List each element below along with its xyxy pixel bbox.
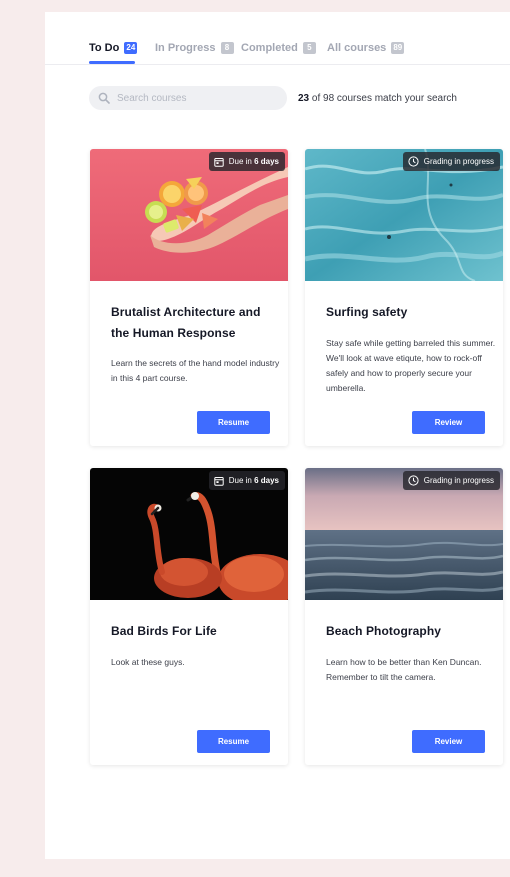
resume-button[interactable]: Resume [197,730,270,753]
course-card[interactable]: Due in 6 days Bad Birds For Life Look at… [90,468,288,765]
course-thumbnail: Grading in progress [305,468,503,600]
due-badge: Due in 6 days [208,471,285,490]
calendar-icon [214,476,224,486]
courses-panel: To Do 24 In Progress 8 Completed 5 All c… [45,12,510,859]
tab-in-progress[interactable]: In Progress 8 [155,42,234,54]
course-title: Surfing safety [326,305,408,319]
active-tab-indicator [89,61,135,64]
tab-all-courses[interactable]: All courses 89 [327,42,405,54]
course-title: Brutalist Architecture and the Human Res… [111,305,261,340]
tab-count-badge: 24 [124,42,138,54]
review-button[interactable]: Review [412,730,485,753]
status-badge: Grading in progress [402,152,500,171]
search-icon [98,92,110,104]
badge-text: Due in 6 days [228,157,279,166]
badge-text: Due in 6 days [228,476,279,485]
search-box[interactable] [89,86,287,110]
clock-icon [408,156,419,167]
tab-label: To Do [89,42,120,54]
match-count: 23 [298,93,310,104]
clock-icon [408,475,419,486]
tab-label: Completed [241,42,298,54]
course-thumbnail: Grading in progress [305,149,503,281]
search-result-count: 23 of 98 courses match your search [298,93,457,104]
due-badge: Due in 6 days [208,152,285,171]
tab-completed[interactable]: Completed 5 [241,42,316,54]
tab-count-badge: 5 [302,42,316,54]
tab-bar: To Do 24 In Progress 8 Completed 5 All c… [45,12,510,65]
course-thumbnail: Due in 6 days [90,468,288,600]
tab-count-badge: 89 [391,42,405,54]
tab-to-do[interactable]: To Do 24 [89,42,138,54]
review-button[interactable]: Review [412,411,485,434]
course-description: Learn the secrets of the hand model indu… [111,358,280,383]
course-description: Look at these guys. [111,657,185,667]
course-description: Learn how to be better than Ken Duncan. … [326,657,482,682]
match-summary: of 98 courses match your search [309,93,457,104]
status-badge: Grading in progress [402,471,500,490]
tab-label: All courses [327,42,387,54]
course-title: Beach Photography [326,624,442,638]
course-title: Bad Birds For Life [111,624,217,638]
course-card[interactable]: Due in 6 days Brutalist Architecture and… [90,149,288,446]
badge-text: Grading in progress [423,476,494,485]
calendar-icon [214,157,224,167]
search-input[interactable] [117,92,277,104]
badge-text: Grading in progress [423,157,494,166]
course-card[interactable]: Grading in progress Beach Photography Le… [305,468,503,765]
course-card[interactable]: Grading in progress Surfing safety Stay … [305,149,503,446]
tab-label: In Progress [155,42,216,54]
course-thumbnail: Due in 6 days [90,149,288,281]
course-description: Stay safe while getting barreled this su… [326,338,496,393]
tab-count-badge: 8 [220,42,234,54]
resume-button[interactable]: Resume [197,411,270,434]
